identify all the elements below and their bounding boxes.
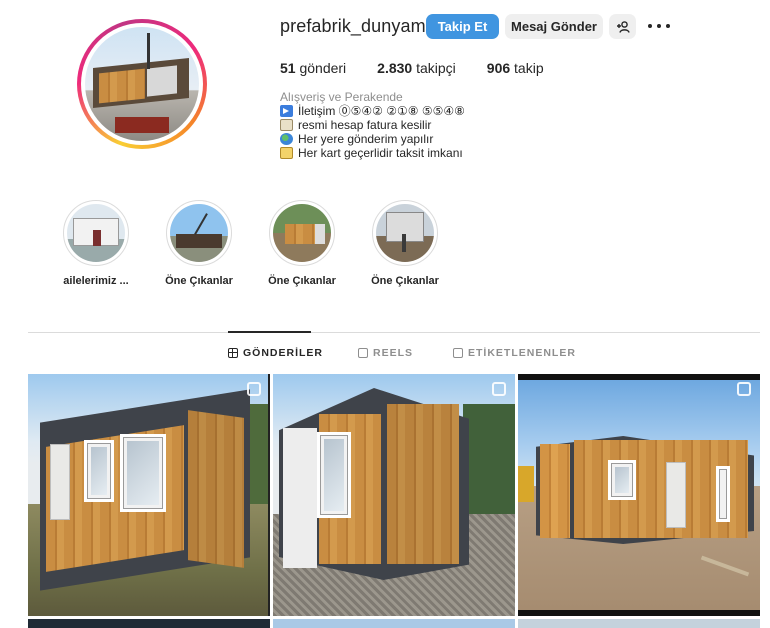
grid-icon	[228, 348, 238, 358]
post-thumbnail[interactable]	[28, 619, 270, 628]
post-thumbnail[interactable]	[518, 374, 760, 616]
followers-count[interactable]: 2.830 takipçi	[377, 60, 456, 76]
highlight-ring	[269, 200, 335, 266]
avatar-crane-cable	[147, 33, 150, 69]
arrow-right-icon	[280, 105, 293, 117]
profile-avatar-ring[interactable]	[77, 19, 207, 149]
highlight-item[interactable]: ailelerimiz ...	[48, 200, 144, 287]
carousel-icon	[247, 382, 261, 396]
highlight-thumbnail	[376, 204, 434, 262]
tab-posts-label: GÖNDERİLER	[243, 347, 324, 359]
highlight-ring	[63, 200, 129, 266]
avatar-container-wall	[99, 68, 145, 104]
post-thumbnail[interactable]	[273, 374, 515, 616]
globe-icon	[280, 133, 293, 145]
profile-username: prefabrik_dunyam	[280, 16, 426, 36]
profile-stats: 51 gönderi 2.830 takipçi 906 takip	[280, 60, 575, 76]
highlight-label: Öne Çıkanlar	[165, 275, 233, 287]
highlight-label: ailelerimiz ...	[63, 275, 129, 287]
profile-bio: Alışveriş ve Perakende İletişim ⓪⑤④② ②①⑧…	[280, 90, 465, 160]
avatar-truck	[115, 117, 169, 133]
highlight-label: Öne Çıkanlar	[371, 275, 439, 287]
tabs-divider	[28, 332, 760, 333]
more-options-icon[interactable]	[648, 18, 670, 34]
reel-icon	[492, 382, 506, 396]
bio-category: Alışveriş ve Perakende	[280, 90, 403, 104]
highlight-ring	[166, 200, 232, 266]
highlight-label: Öne Çıkanlar	[268, 275, 336, 287]
highlight-item[interactable]: Öne Çıkanlar	[357, 200, 453, 287]
book-icon	[280, 119, 293, 131]
highlight-item[interactable]: Öne Çıkanlar	[151, 200, 247, 287]
bio-line: İletişim ⓪⑤④② ②①⑧ ⑤⑤④⑧	[280, 104, 465, 118]
highlight-item[interactable]: Öne Çıkanlar	[254, 200, 350, 287]
post-thumbnail[interactable]	[273, 619, 515, 628]
message-button[interactable]: Mesaj Gönder	[505, 14, 603, 39]
tab-tagged[interactable]: ETİKETLENENLER	[453, 347, 576, 359]
bio-line: resmi hesap fatura kesilir	[280, 118, 465, 132]
highlight-thumbnail	[67, 204, 125, 262]
avatar-border	[81, 23, 203, 145]
highlight-thumbnail	[170, 204, 228, 262]
tab-tagged-label: ETİKETLENENLER	[468, 347, 576, 359]
avatar-container-panel	[147, 65, 177, 97]
tagged-icon	[453, 348, 463, 358]
bio-line: Her kart geçerlidir taksit imkanı	[280, 146, 465, 160]
post-thumbnail[interactable]	[518, 619, 760, 628]
bio-line: Her yere gönderim yapılır	[280, 132, 465, 146]
carousel-icon	[737, 382, 751, 396]
post-thumbnail[interactable]	[28, 374, 270, 616]
following-count[interactable]: 906 takip	[487, 60, 544, 76]
credit-card-icon	[280, 147, 293, 159]
avatar[interactable]	[85, 27, 199, 141]
posts-count: 51 gönderi	[280, 60, 347, 76]
highlight-ring	[372, 200, 438, 266]
highlight-thumbnail	[273, 204, 331, 262]
follow-button[interactable]: Takip Et	[426, 14, 499, 39]
suggested-users-button[interactable]	[609, 14, 636, 39]
tab-reels[interactable]: REELS	[358, 347, 413, 359]
reels-icon	[358, 348, 368, 358]
add-person-icon	[616, 20, 630, 33]
tab-reels-label: REELS	[373, 347, 414, 359]
tab-posts[interactable]: GÖNDERİLER	[228, 347, 323, 359]
active-tab-indicator	[228, 331, 311, 333]
